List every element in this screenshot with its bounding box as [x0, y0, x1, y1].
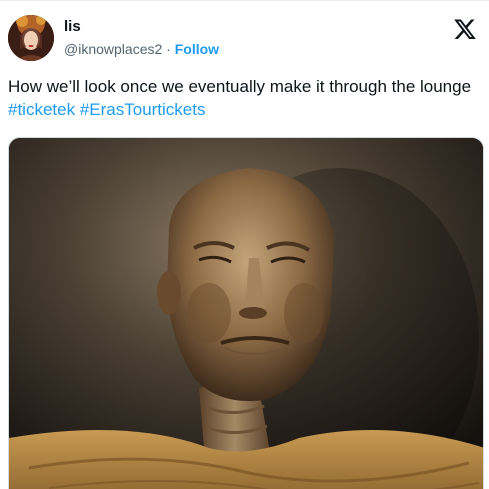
hashtag-erastourtickets[interactable]: #ErasTourtickets: [80, 100, 206, 119]
follow-button[interactable]: Follow: [175, 41, 219, 57]
tweet-header: lis @iknowplaces2 · Follow: [8, 15, 481, 65]
tweet-text: How we’ll look once we eventually make i…: [8, 75, 486, 121]
tweet-media-image[interactable]: [8, 137, 484, 489]
display-name[interactable]: lis: [64, 17, 219, 37]
handle-row: @iknowplaces2 · Follow: [64, 39, 219, 59]
mummy-photo: [9, 138, 483, 489]
tweet-body: How we’ll look once we eventually make i…: [8, 77, 472, 96]
avatar[interactable]: [8, 15, 54, 61]
author-handle[interactable]: @iknowplaces2: [64, 41, 162, 57]
avatar-image: [8, 15, 54, 61]
tweet-card: lis @iknowplaces2 · Follow How we’ll loo…: [0, 0, 489, 489]
x-logo-icon[interactable]: [453, 17, 477, 41]
handle-separator: ·: [166, 41, 171, 57]
hashtag-ticketek[interactable]: #ticketek: [8, 100, 75, 119]
author-names: lis @iknowplaces2 · Follow: [64, 17, 219, 59]
